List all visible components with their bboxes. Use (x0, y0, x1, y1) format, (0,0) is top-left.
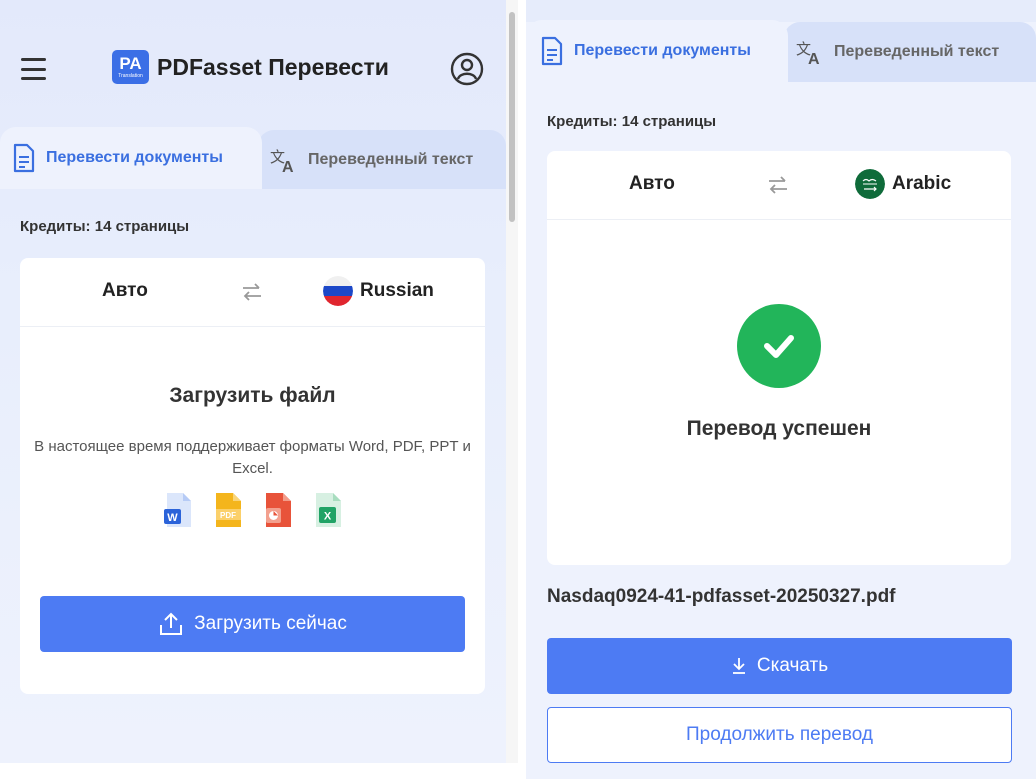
target-language-label: Russian (360, 280, 434, 301)
translate-icon: 文 A (796, 40, 820, 66)
user-account-icon[interactable] (450, 52, 484, 86)
right-panel: 文 A Переведенный текст Перевести докумен… (526, 0, 1036, 779)
svg-text:W: W (167, 512, 178, 524)
success-check-icon (737, 304, 821, 388)
russia-flag-icon (323, 276, 353, 306)
target-language-label: Arabic (892, 173, 952, 194)
download-icon (732, 658, 745, 674)
scroll-thumb[interactable] (509, 12, 515, 222)
swap-icon[interactable] (241, 282, 263, 302)
upload-now-label: Загрузить сейчас (194, 613, 347, 634)
brand[interactable]: PA Translation PDFasset Перевести (112, 50, 389, 84)
upload-title: Загрузить файл (169, 384, 336, 407)
svg-text:A: A (282, 159, 294, 174)
tab-label: Перевести документы (574, 42, 751, 59)
svg-text:X: X (323, 511, 331, 523)
tab-translated-text[interactable]: 文 A Переведенный текст (784, 22, 1036, 82)
tab-translated-text[interactable]: 文 A Переведенный текст (258, 130, 506, 189)
left-panel: PA Translation PDFasset Перевести 文 A Пе… (0, 0, 506, 763)
source-language-select[interactable]: Авто (629, 173, 675, 195)
word-file-icon: W (163, 493, 191, 527)
target-language-select[interactable]: Russian (323, 276, 434, 306)
download-button[interactable]: Скачать (547, 638, 1012, 694)
ppt-file-icon (265, 493, 291, 527)
tab-label: Переведенный текст (308, 150, 474, 168)
svg-text:PDF: PDF (220, 511, 236, 520)
excel-file-icon: X (315, 493, 341, 527)
credits-text: Кредиты: 14 страницы (20, 218, 190, 235)
pdf-file-icon: PDF (215, 493, 241, 527)
tab-bar: 文 A Переведенный текст Перевести докумен… (0, 127, 506, 189)
saudi-arabia-flag-icon (855, 169, 885, 199)
tab-label: Перевести документы (46, 149, 223, 166)
tab-bar-background (526, 0, 1036, 22)
app-title: PDFasset Перевести (157, 53, 389, 80)
upload-now-button[interactable]: Загрузить сейчас (40, 596, 465, 652)
menu-icon[interactable] (21, 58, 46, 80)
tab-translate-documents[interactable]: Перевести документы (0, 127, 262, 189)
translate-card: Авто Russian Загрузить файл В настоящее … (20, 258, 485, 694)
continue-translation-button[interactable]: Продолжить перевод (547, 707, 1012, 763)
source-language-select[interactable]: Авто (102, 280, 148, 302)
language-selector: Авто Russian (20, 258, 485, 327)
output-filename: Nasdaq0924-41-pdfasset-20250327.pdf (547, 586, 896, 607)
pdfasset-logo: PA Translation (112, 50, 149, 84)
scrollbar[interactable] (506, 0, 518, 763)
upload-icon (160, 612, 183, 635)
svg-text:A: A (808, 51, 820, 66)
download-label: Скачать (756, 655, 829, 676)
upload-description: В настоящее время поддерживает форматы W… (34, 438, 471, 477)
document-icon (541, 36, 563, 66)
tab-label: Переведенный текст (834, 43, 1000, 60)
credits-text: Кредиты: 14 страницы (547, 113, 717, 130)
translate-icon: 文 A (270, 148, 294, 174)
translation-status: Перевод успешен (686, 417, 872, 440)
format-icons: W PDF X (20, 492, 485, 528)
target-language-select[interactable]: Arabic (855, 169, 951, 199)
swap-icon[interactable] (767, 175, 789, 195)
tab-translate-documents[interactable]: Перевести документы (526, 20, 788, 82)
document-icon (13, 143, 35, 173)
result-card: Авто Arabic Перевод успешен (547, 151, 1011, 565)
continue-translation-label: Продолжить перевод (685, 724, 873, 745)
language-selector: Авто Arabic (547, 151, 1011, 220)
